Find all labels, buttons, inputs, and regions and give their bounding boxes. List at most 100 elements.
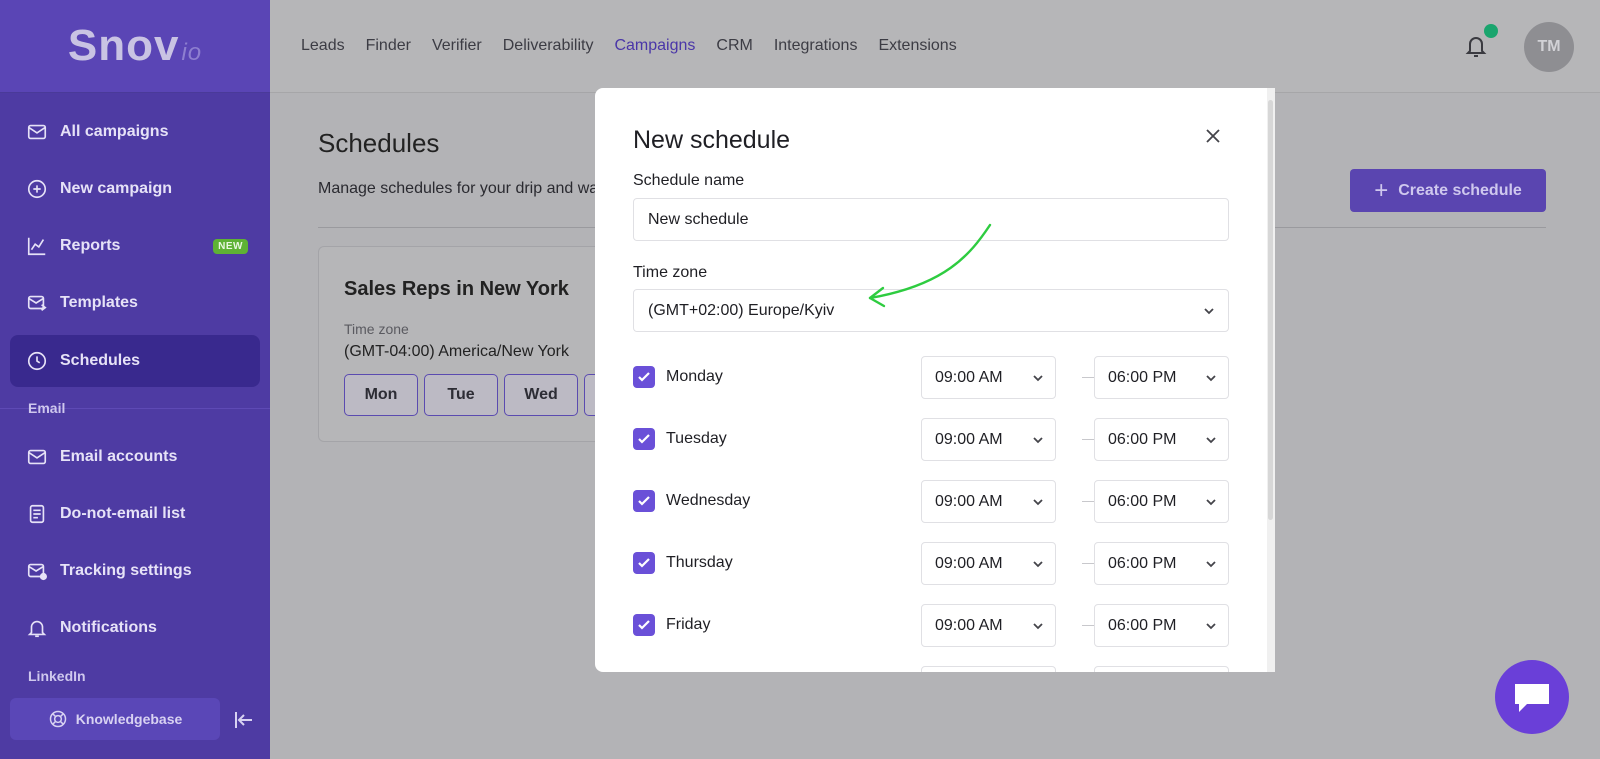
new-badge: NEW bbox=[213, 238, 248, 254]
nav-link-campaigns[interactable]: Campaigns bbox=[614, 37, 695, 55]
start-time-select[interactable]: 09:00 AM bbox=[921, 604, 1056, 647]
document-icon bbox=[29, 504, 45, 524]
sidebar: Snovio All campaigns New campaign Report… bbox=[0, 0, 270, 759]
start-time-value: 09:00 AM bbox=[935, 554, 1003, 572]
sidebar-item-email-accounts[interactable]: Email accounts bbox=[10, 431, 260, 483]
time-zone-label: Time zone bbox=[633, 264, 708, 281]
schedule-card[interactable]: Sales Reps in New York Time zone (GMT-04… bbox=[318, 246, 608, 442]
section-label-linkedin: LinkedIn bbox=[28, 668, 86, 684]
mail-settings-icon bbox=[27, 563, 47, 581]
clock-icon bbox=[27, 351, 47, 371]
collapse-sidebar-icon[interactable] bbox=[232, 708, 256, 732]
end-time-value: 06:00 PM bbox=[1108, 430, 1177, 448]
day-row-thursday: Thursday 09:00 AM 06:00 PM bbox=[633, 542, 1229, 585]
time-range-dash bbox=[1082, 439, 1094, 440]
new-schedule-modal: New schedule Schedule name New schedule … bbox=[595, 88, 1275, 672]
day-chip-tue: Tue bbox=[424, 374, 498, 416]
day-label: Monday bbox=[666, 368, 723, 385]
nav-link-finder[interactable]: Finder bbox=[366, 37, 411, 55]
nav-link-crm[interactable]: CRM bbox=[716, 37, 752, 55]
time-range-dash bbox=[1082, 377, 1094, 378]
chat-widget-button[interactable] bbox=[1495, 660, 1569, 734]
start-time-select[interactable]: 09:00 AM bbox=[921, 356, 1056, 399]
end-time-select[interactable]: 06:00 PM bbox=[1094, 418, 1229, 461]
wednesday-checkbox[interactable] bbox=[633, 490, 655, 512]
day-row-tuesday: Tuesday 09:00 AM 06:00 PM bbox=[633, 418, 1229, 461]
user-avatar[interactable]: TM bbox=[1524, 22, 1574, 72]
day-chip-mon: Mon bbox=[344, 374, 418, 416]
sidebar-item-templates[interactable]: Templates bbox=[10, 277, 260, 329]
mail-template-icon bbox=[27, 295, 47, 311]
sidebar-item-all-campaigns[interactable]: All campaigns bbox=[10, 106, 260, 158]
nav-link-extensions[interactable]: Extensions bbox=[878, 37, 956, 55]
sidebar-item-reports[interactable]: Reports NEW bbox=[10, 220, 260, 272]
day-row-partial bbox=[633, 666, 1229, 672]
end-time-value: 06:00 PM bbox=[1108, 368, 1177, 386]
check-icon bbox=[638, 434, 650, 444]
schedule-name-value: New schedule bbox=[648, 210, 749, 228]
notifications-bell-icon[interactable] bbox=[1464, 33, 1488, 59]
chevron-down-icon bbox=[1033, 561, 1043, 568]
end-time-select[interactable]: 06:00 PM bbox=[1094, 604, 1229, 647]
chat-bubble-icon bbox=[1515, 684, 1549, 712]
chevron-down-icon bbox=[1033, 623, 1043, 630]
day-row-friday: Friday 09:00 AM 06:00 PM bbox=[633, 604, 1229, 647]
sidebar-item-label: Tracking settings bbox=[60, 562, 192, 579]
lifebuoy-icon bbox=[49, 710, 66, 728]
end-time-select[interactable]: 06:00 PM bbox=[1094, 356, 1229, 399]
thursday-checkbox[interactable] bbox=[633, 552, 655, 574]
start-time-value: 09:00 AM bbox=[935, 616, 1003, 634]
start-time-select[interactable]: 09:00 AM bbox=[921, 418, 1056, 461]
check-icon bbox=[638, 558, 650, 568]
day-label: Thursday bbox=[666, 554, 733, 571]
sidebar-item-schedules[interactable]: Schedules bbox=[10, 335, 260, 387]
end-time-select[interactable]: 06:00 PM bbox=[1094, 480, 1229, 523]
end-time-value: 06:00 PM bbox=[1108, 554, 1177, 572]
mail-icon bbox=[27, 124, 47, 140]
sidebar-item-new-campaign[interactable]: New campaign bbox=[10, 163, 260, 215]
modal-scrollbar[interactable] bbox=[1267, 88, 1275, 672]
chevron-down-icon bbox=[1206, 499, 1216, 506]
logo-text: Snov bbox=[67, 21, 180, 70]
schedule-card-tz-value: (GMT-04:00) America/New York bbox=[344, 343, 569, 360]
create-schedule-label: Create schedule bbox=[1398, 181, 1522, 199]
logo[interactable]: Snovio bbox=[68, 21, 202, 71]
sidebar-item-label: Notifications bbox=[60, 619, 157, 636]
nav-link-leads[interactable]: Leads bbox=[301, 37, 345, 55]
check-icon bbox=[638, 372, 650, 382]
check-icon bbox=[638, 496, 650, 506]
notification-dot bbox=[1484, 24, 1498, 38]
start-time-select[interactable]: 09:00 AM bbox=[921, 480, 1056, 523]
monday-checkbox[interactable] bbox=[633, 366, 655, 388]
knowledgebase-label: Knowledgebase bbox=[75, 711, 183, 727]
sidebar-item-tracking-settings[interactable]: Tracking settings bbox=[10, 545, 260, 597]
tuesday-checkbox[interactable] bbox=[633, 428, 655, 450]
start-time-select[interactable]: 09:00 AM bbox=[921, 542, 1056, 585]
end-time-select-partial[interactable] bbox=[1094, 666, 1229, 672]
chevron-down-icon bbox=[1033, 437, 1043, 444]
day-row-wednesday: Wednesday 09:00 AM 06:00 PM bbox=[633, 480, 1229, 523]
schedule-card-title: Sales Reps in New York bbox=[344, 278, 569, 300]
day-label: Tuesday bbox=[666, 430, 727, 447]
check-icon bbox=[638, 620, 650, 630]
chevron-down-icon bbox=[1206, 375, 1216, 382]
plus-icon: + bbox=[1374, 176, 1389, 204]
nav-link-deliverability[interactable]: Deliverability bbox=[503, 37, 594, 55]
chevron-down-icon bbox=[1033, 499, 1043, 506]
nav-link-verifier[interactable]: Verifier bbox=[432, 37, 482, 55]
start-time-select-partial[interactable] bbox=[921, 666, 1056, 672]
create-schedule-button[interactable]: + Create schedule bbox=[1350, 169, 1546, 212]
nav-link-integrations[interactable]: Integrations bbox=[774, 37, 858, 55]
chart-icon bbox=[27, 237, 46, 256]
modal-scrollbar-thumb[interactable] bbox=[1268, 100, 1273, 520]
sidebar-item-do-not-email[interactable]: Do-not-email list bbox=[10, 488, 260, 540]
sidebar-item-notifications[interactable]: Notifications bbox=[10, 602, 260, 654]
knowledgebase-button[interactable]: Knowledgebase bbox=[10, 698, 220, 740]
end-time-select[interactable]: 06:00 PM bbox=[1094, 542, 1229, 585]
top-nav-links: Leads Finder Verifier Deliverability Cam… bbox=[301, 37, 957, 55]
start-time-value: 09:00 AM bbox=[935, 430, 1003, 448]
sidebar-item-label: Templates bbox=[60, 294, 138, 311]
close-icon[interactable] bbox=[1203, 126, 1223, 146]
day-label: Wednesday bbox=[666, 492, 751, 509]
friday-checkbox[interactable] bbox=[633, 614, 655, 636]
